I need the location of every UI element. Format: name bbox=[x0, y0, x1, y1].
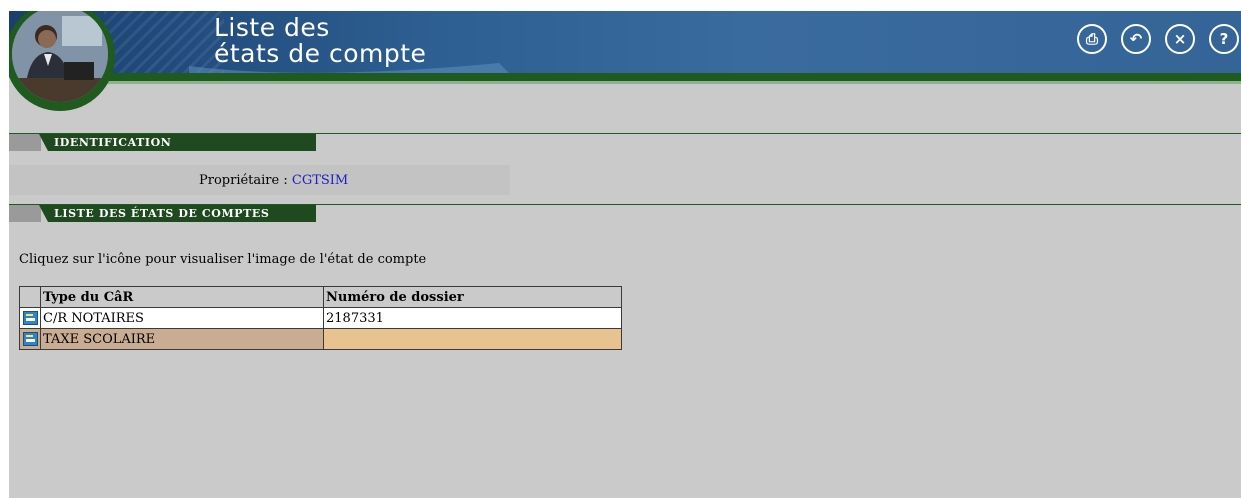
cell-dossier: 2187331 bbox=[323, 307, 622, 329]
view-statement-icon[interactable] bbox=[22, 311, 38, 325]
back-icon: ↶ bbox=[1129, 30, 1143, 48]
identification-section-header: IDENTIFICATION bbox=[9, 133, 1241, 151]
section-rule bbox=[9, 204, 1241, 205]
close-icon: × bbox=[1173, 30, 1187, 48]
statements-section-header: LISTE DES ÉTATS DE COMPTES bbox=[9, 204, 1241, 222]
section-grey-block bbox=[9, 134, 41, 151]
statements-table: Type du CâR Numéro de dossier C/R NOTAIR… bbox=[19, 286, 622, 350]
cell-type: C/R NOTAIRES bbox=[40, 307, 324, 329]
close-button[interactable]: × bbox=[1165, 24, 1195, 54]
title-line-2: états de compte bbox=[214, 39, 427, 68]
owner-line: Propriétaire : CGTSIM bbox=[199, 173, 348, 188]
help-icon: ? bbox=[1219, 30, 1229, 48]
person-at-desk-icon bbox=[12, 11, 108, 102]
page-title: Liste des états de compte bbox=[214, 15, 426, 67]
back-button[interactable]: ↶ bbox=[1121, 24, 1151, 54]
help-button[interactable]: ? bbox=[1209, 24, 1239, 54]
owner-value: CGTSIM bbox=[291, 173, 349, 188]
owner-label: Propriétaire : bbox=[199, 173, 288, 188]
statements-label: LISTE DES ÉTATS DE COMPTES bbox=[54, 207, 270, 220]
cell-dossier bbox=[323, 328, 622, 350]
table-header-row: Type du CâR Numéro de dossier bbox=[19, 286, 622, 308]
column-header-dossier: Numéro de dossier bbox=[323, 286, 622, 308]
view-statement-cell bbox=[19, 328, 41, 350]
table-row: C/R NOTAIRES 2187331 bbox=[19, 307, 622, 329]
banner-light-rule bbox=[101, 81, 1241, 84]
header-banner: Liste des états de compte ⎙ ↶ × ? bbox=[9, 11, 1241, 81]
identification-label: IDENTIFICATION bbox=[54, 136, 172, 149]
table-row: TAXE SCOLAIRE bbox=[19, 328, 622, 350]
view-statement-cell bbox=[19, 307, 41, 329]
print-icon: ⎙ bbox=[1085, 30, 1098, 48]
instruction-text: Cliquez sur l'icône pour visualiser l'im… bbox=[19, 252, 427, 267]
app-frame: Liste des états de compte ⎙ ↶ × ? IDENTI… bbox=[9, 11, 1241, 498]
icon-column-header bbox=[19, 286, 41, 308]
banner-green-rule bbox=[101, 73, 1241, 81]
view-statement-icon[interactable] bbox=[22, 332, 38, 346]
logo bbox=[9, 11, 115, 111]
column-header-type: Type du CâR bbox=[40, 286, 324, 308]
logo-photo bbox=[12, 11, 108, 102]
print-button[interactable]: ⎙ bbox=[1077, 24, 1107, 54]
cell-type: TAXE SCOLAIRE bbox=[40, 328, 324, 350]
section-grey-block bbox=[9, 205, 41, 222]
section-rule bbox=[9, 133, 1241, 134]
title-line-1: Liste des bbox=[214, 13, 330, 42]
